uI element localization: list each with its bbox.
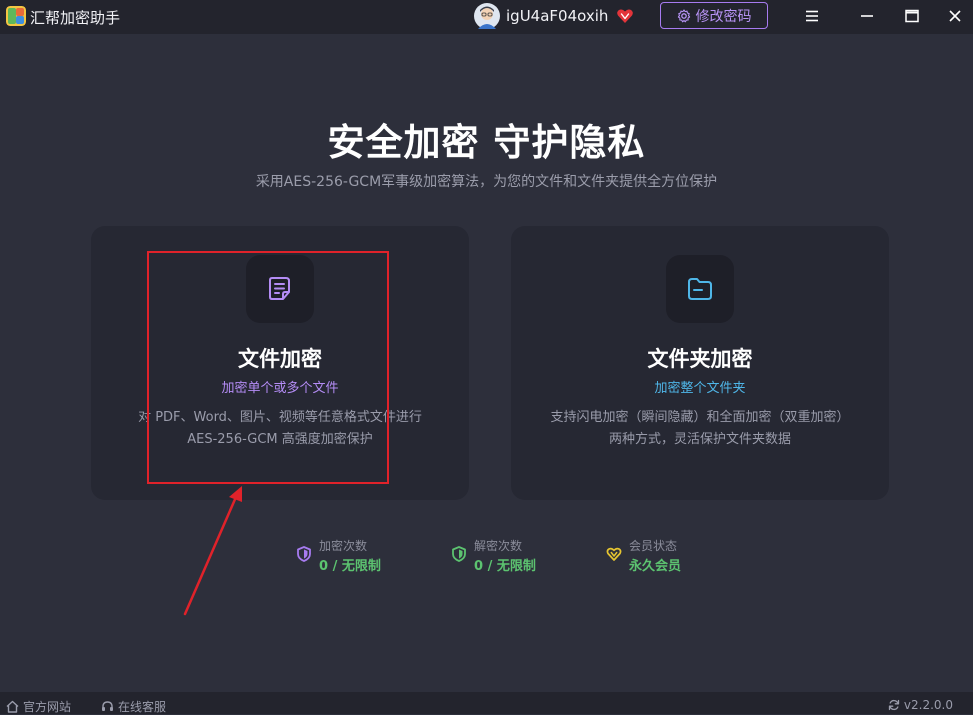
app-logo-icon: [6, 6, 26, 26]
website-link[interactable]: 官方网站: [6, 698, 71, 715]
footer-bar: 官方网站 在线客服 v2.2.0.0: [0, 692, 973, 714]
support-link[interactable]: 在线客服: [101, 698, 166, 715]
shield-icon: [296, 546, 312, 562]
website-label: 官方网站: [23, 700, 72, 714]
menu-button[interactable]: [797, 3, 827, 29]
card-description-line: 两种方式，灵活保护文件夹数据: [608, 432, 791, 447]
file-icon-box: [246, 255, 314, 323]
maximize-icon: [905, 9, 919, 23]
minimize-button[interactable]: [852, 3, 882, 29]
vip-heart-icon: [616, 7, 634, 25]
minimize-icon: [861, 15, 873, 17]
version-info: v2.2.0.0: [888, 698, 953, 712]
hero-subtitle: 采用AES-256-GCM军事级加密算法，为您的文件和文件夹提供全方位保护: [255, 174, 718, 190]
hero-title: 安全加密 守护隐私: [327, 121, 646, 164]
card-description-line: 支持闪电加密（瞬间隐藏）和全面加密（双重加密）: [550, 410, 850, 425]
home-icon: [6, 700, 19, 713]
app-title: 汇帮加密助手: [30, 9, 121, 27]
card-description-line: 对 PDF、Word、图片、视频等任意格式文件进行: [138, 410, 422, 425]
gear-icon: [677, 8, 690, 22]
avatar[interactable]: [474, 3, 500, 29]
headset-icon: [102, 701, 113, 711]
card-subtitle: 加密单个或多个文件: [221, 381, 339, 396]
shield-check-icon: [451, 546, 467, 562]
refresh-icon: [888, 699, 900, 711]
card-title: 文件加密: [238, 347, 322, 371]
card-title: 文件夹加密: [647, 347, 753, 371]
change-password-label: 修改密码: [695, 7, 752, 24]
stat-value: 永久会员: [629, 559, 682, 574]
stat-value: 0 / 无限制: [474, 559, 536, 574]
maximize-button[interactable]: [897, 3, 927, 29]
change-password-button[interactable]: 修改密码: [660, 2, 768, 29]
support-label: 在线客服: [118, 700, 167, 714]
close-button[interactable]: [940, 3, 970, 29]
stat-label: 加密次数: [319, 539, 368, 553]
stat-label: 会员状态: [629, 539, 678, 553]
card-description-line: AES-256-GCM 高强度加密保护: [187, 432, 373, 447]
card-description: 对 PDF、Word、图片、视频等任意格式文件进行 AES-256-GCM 高强…: [121, 407, 439, 451]
folder-icon: [688, 278, 712, 300]
file-encrypt-card[interactable]: 文件加密 加密单个或多个文件 对 PDF、Word、图片、视频等任意格式文件进行…: [91, 226, 469, 500]
heart-icon: [606, 546, 622, 562]
card-subtitle: 加密整个文件夹: [654, 381, 746, 396]
folder-encrypt-card[interactable]: 文件夹加密 加密整个文件夹 支持闪电加密（瞬间隐藏）和全面加密（双重加密） 两种…: [511, 226, 889, 500]
title-bar: 汇帮加密助手 igU4aF04oxih 修改密码: [0, 0, 973, 34]
stat-value: 0 / 无限制: [319, 559, 381, 574]
close-icon: [949, 10, 961, 22]
menu-icon: [806, 10, 818, 22]
folder-icon-box: [666, 255, 734, 323]
file-icon: [269, 277, 290, 300]
card-description: 支持闪电加密（瞬间隐藏）和全面加密（双重加密） 两种方式，灵活保护文件夹数据: [541, 407, 859, 451]
version-label: v2.2.0.0: [903, 698, 953, 712]
username: igU4aF04oxih: [506, 7, 609, 25]
stat-label: 解密次数: [474, 539, 523, 553]
